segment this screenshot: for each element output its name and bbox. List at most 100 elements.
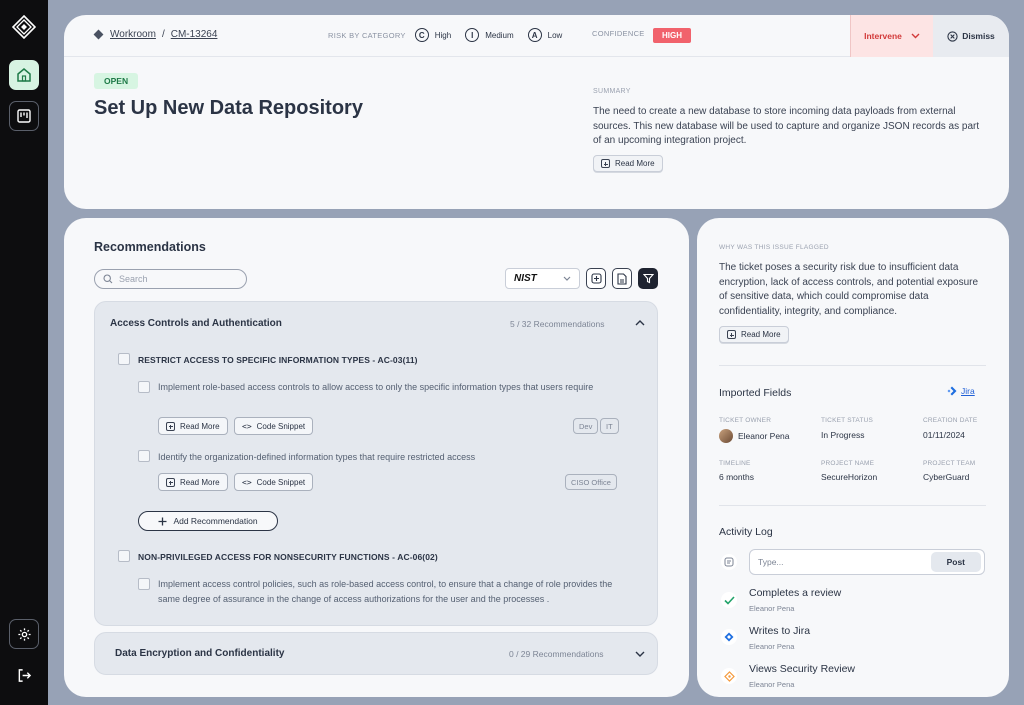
summary-label: SUMMARY: [593, 88, 631, 95]
recommendations-title: Recommendations: [94, 240, 206, 254]
export-button[interactable]: [612, 268, 632, 289]
activity-comment-input[interactable]: Type... Post: [749, 549, 985, 575]
document-icon: [617, 272, 627, 285]
read-more-label: Read More: [615, 159, 655, 168]
confidentiality-risk-icon: C: [414, 28, 429, 42]
search-icon: [103, 274, 113, 284]
confidentiality-risk-value: High: [434, 30, 452, 40]
diamond-icon: [93, 29, 104, 40]
group-title: Access Controls and Authentication: [110, 318, 282, 329]
jira-link-label: Jira: [961, 386, 975, 396]
board-nav-button[interactable]: [9, 101, 39, 131]
activity-log-title: Activity Log: [719, 526, 773, 538]
breadcrumb-ticket-link[interactable]: CM-13264: [171, 29, 218, 40]
timeline-value: 6 months: [719, 472, 754, 482]
post-button[interactable]: Post: [930, 552, 981, 572]
read-more-label: Read More: [180, 477, 220, 487]
tag-it: IT: [600, 418, 619, 434]
activity-entry-title: Completes a review: [749, 587, 842, 599]
tag-ciso-office: CISO Office: [565, 474, 617, 490]
intervene-label: Intervene: [864, 31, 902, 41]
chevron-down-icon: [563, 276, 571, 281]
timeline-label: TIMELINE: [719, 460, 751, 467]
dismiss-button[interactable]: Dismiss: [933, 15, 1009, 57]
ticket-status-value: In Progress: [821, 430, 865, 440]
search-input[interactable]: Search: [94, 269, 247, 289]
jira-icon: [721, 629, 737, 645]
recommendation-group-access-controls: Access Controls and Authentication 5 / 3…: [94, 301, 658, 626]
search-placeholder: Search: [119, 274, 148, 284]
project-team-value: CyberGuard: [923, 472, 970, 482]
risk-label: RISK BY CATEGORY: [328, 30, 406, 40]
recommendation-group-data-encryption[interactable]: Data Encryption and Confidentiality 0 / …: [94, 632, 658, 675]
add-recommendation-button[interactable]: Add Recommendation: [138, 511, 278, 531]
issue-header-card: Workroom / CM-13264 RISK BY CATEGORY C H…: [64, 15, 1009, 209]
flag-reason-text: The ticket poses a security risk due to …: [719, 262, 979, 317]
recommendation-checkbox[interactable]: [138, 450, 150, 462]
ticket-status-label: TICKET STATUS: [821, 417, 874, 424]
breadcrumb-separator: /: [161, 29, 165, 40]
gear-icon: [17, 627, 31, 641]
framework-select[interactable]: NIST: [505, 268, 580, 289]
dismiss-label: Dismiss: [962, 31, 995, 41]
control-checkbox[interactable]: [118, 550, 130, 562]
code-snippet-label: Code Snippet: [256, 477, 306, 487]
chevron-down-icon[interactable]: [635, 651, 645, 657]
read-more-label: Read More: [180, 421, 220, 431]
top-bar: Workroom / CM-13264 RISK BY CATEGORY C H…: [64, 15, 1009, 57]
group-count: 0 / 29 Recommendations: [509, 649, 604, 659]
recommendation-checkbox[interactable]: [138, 381, 150, 393]
plus-square-icon: [590, 273, 602, 284]
settings-nav-button[interactable]: [9, 619, 39, 649]
code-snippet-button[interactable]: <> Code Snippet: [234, 473, 314, 491]
creation-date-label: CREATION DATE: [923, 417, 978, 424]
chevron-up-icon[interactable]: [635, 320, 645, 326]
jira-link[interactable]: Jira: [947, 386, 975, 396]
confidence-badge: HIGH: [653, 28, 691, 43]
control-title: RESTRICT ACCESS TO SPECIFIC INFORMATION …: [138, 355, 418, 365]
control-title: NON-PRIVILEGED ACCESS FOR NONSECURITY FU…: [138, 552, 438, 562]
activity-entry-user: Eleanor Pena: [749, 642, 795, 651]
home-icon: [17, 68, 31, 82]
filter-button[interactable]: [638, 268, 658, 289]
status-badge: OPEN: [94, 73, 139, 89]
framework-value: NIST: [514, 273, 537, 284]
divider: [719, 365, 986, 366]
recommendation-checkbox[interactable]: [138, 578, 150, 590]
activity-entry-title: Writes to Jira: [749, 625, 811, 637]
tag-dev: Dev: [573, 418, 599, 434]
flag-reason-label: WHY WAS THIS ISSUE FLAGGED: [719, 244, 829, 251]
logout-nav-button[interactable]: [9, 660, 39, 690]
review-icon: [721, 668, 737, 684]
avatar: [719, 429, 733, 443]
breadcrumb-workroom-link[interactable]: Workroom: [110, 29, 156, 40]
group-count: 5 / 32 Recommendations: [510, 319, 605, 329]
summary-read-more-button[interactable]: Read More: [593, 155, 663, 172]
filter-icon: [642, 273, 654, 284]
risk-by-category: RISK BY CATEGORY C High I Medium A Low: [328, 28, 576, 42]
integrity-risk-icon: I: [465, 28, 480, 42]
intervene-button[interactable]: Intervene: [850, 15, 933, 57]
control-checkbox[interactable]: [118, 353, 130, 365]
jira-icon: [947, 386, 957, 396]
activity-entry-user: Eleanor Pena: [749, 680, 795, 689]
activity-input-placeholder: Type...: [758, 557, 784, 567]
ticket-owner-value: Eleanor Pena: [719, 429, 790, 443]
read-more-label: Read More: [741, 330, 781, 339]
project-team-label: PROJECT TEAM: [923, 460, 976, 467]
read-more-button[interactable]: Read More: [158, 473, 228, 491]
flag-read-more-button[interactable]: Read More: [719, 326, 789, 343]
code-snippet-label: Code Snippet: [256, 421, 306, 431]
code-icon: <>: [242, 477, 252, 487]
add-button[interactable]: [586, 268, 606, 289]
read-more-button[interactable]: Read More: [158, 417, 228, 435]
confidence-label: CONFIDENCE: [592, 29, 645, 38]
code-snippet-button[interactable]: <> Code Snippet: [234, 417, 314, 435]
close-circle-icon: [947, 30, 958, 42]
availability-risk-icon: A: [527, 28, 542, 42]
divider: [719, 505, 986, 506]
home-nav-button[interactable]: [9, 60, 39, 90]
code-icon: <>: [242, 421, 252, 431]
breadcrumb: Workroom / CM-13264: [93, 29, 218, 40]
plus-square-icon: [601, 159, 610, 168]
